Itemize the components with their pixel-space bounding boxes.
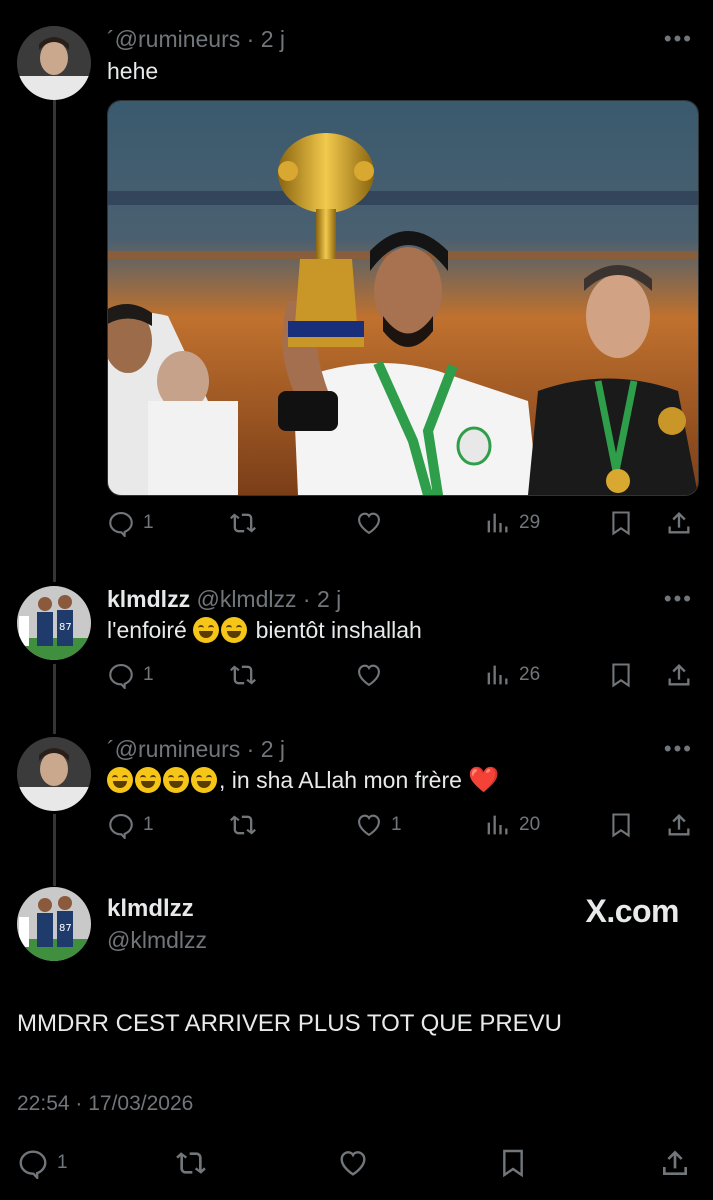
post-time[interactable]: · 2 j: [247, 736, 285, 762]
share-icon: [668, 814, 690, 836]
repost-icon: [176, 1152, 206, 1174]
post-image[interactable]: [107, 100, 699, 496]
post-timestamp[interactable]: 22:54 · 17/03/2026: [17, 1092, 193, 1116]
share-button[interactable]: [665, 508, 693, 538]
share-icon: [668, 512, 690, 534]
repost-button[interactable]: [229, 660, 257, 690]
reply-count: 1: [143, 512, 154, 533]
rofl-emoji-icon: [107, 767, 133, 793]
like-button[interactable]: 1: [355, 810, 402, 840]
thread-line: [53, 814, 56, 886]
views-icon: [487, 815, 508, 835]
reply-icon: [19, 1150, 47, 1179]
views-button[interactable]: 26: [483, 660, 540, 690]
reply-button[interactable]: 1: [17, 1148, 68, 1179]
views-button[interactable]: 20: [483, 810, 540, 840]
svg-text:87: 87: [59, 622, 72, 633]
post-text-start: l'enfoiré: [107, 617, 187, 643]
repost-icon: [230, 815, 256, 835]
post-header: klmdlzz @klmdlzz · 2 j: [107, 584, 696, 614]
user-handle[interactable]: @klmdlzz: [107, 927, 207, 954]
bookmark-icon: [503, 1149, 523, 1178]
reply-count: 1: [143, 664, 154, 685]
reply-icon: [109, 664, 133, 689]
avatar[interactable]: [17, 737, 91, 811]
reply-count: 1: [143, 814, 154, 835]
like-count: 1: [391, 814, 402, 835]
like-button[interactable]: [337, 1148, 369, 1178]
bookmark-icon: [612, 511, 630, 536]
bookmark-button[interactable]: [607, 660, 635, 690]
share-button[interactable]: [665, 810, 693, 840]
view-count: 26: [519, 664, 541, 685]
thread-line: [53, 664, 56, 734]
avatar[interactable]: [17, 26, 91, 100]
post-text: MMDRR CEST ARRIVER PLUS TOT QUE PREVU: [17, 1010, 563, 1037]
reply-icon: [109, 814, 133, 839]
user-handle[interactable]: ´@rumineurs: [107, 26, 240, 52]
post-time[interactable]: · 2 j: [247, 26, 285, 52]
post-text-end: , in sha ALlah mon frère: [219, 767, 462, 793]
post-text-end: bientôt inshallah: [255, 617, 422, 643]
display-name[interactable]: klmdlzz: [107, 895, 194, 923]
repost-button[interactable]: [175, 1148, 207, 1178]
like-button[interactable]: [355, 660, 383, 690]
reply-button[interactable]: 1: [107, 660, 154, 690]
user-handle[interactable]: ´@rumineurs: [107, 736, 240, 762]
user-handle[interactable]: @klmdlzz: [196, 586, 296, 612]
post-text: , in sha ALlah mon frère ❤️: [107, 765, 696, 795]
more-options-icon[interactable]: •••: [664, 736, 693, 762]
tears-of-joy-emoji-icon: [221, 617, 248, 643]
svg-text:87: 87: [59, 923, 72, 934]
views-icon: [487, 513, 508, 533]
heart-icon: [340, 1151, 366, 1176]
avatar[interactable]: 87: [17, 887, 91, 961]
like-button[interactable]: [355, 508, 383, 538]
rofl-emoji-icon: [163, 767, 189, 793]
share-button[interactable]: [659, 1148, 691, 1178]
heart-icon: [358, 814, 380, 837]
bookmark-button[interactable]: [607, 810, 635, 840]
thread-line: [53, 100, 56, 582]
repost-button[interactable]: [229, 508, 257, 538]
heart-icon: [358, 512, 380, 535]
views-button[interactable]: 29: [483, 508, 540, 538]
reply-count: 1: [57, 1152, 68, 1173]
more-options-icon[interactable]: •••: [664, 26, 693, 52]
red-heart-emoji-icon: ❤️: [468, 766, 500, 794]
post-header: ´@rumineurs · 2 j: [107, 24, 696, 54]
tears-of-joy-emoji-icon: [193, 617, 220, 643]
bookmark-icon: [612, 663, 630, 688]
views-icon: [487, 665, 508, 685]
reply-button[interactable]: 1: [107, 810, 154, 840]
rofl-emoji-icon: [135, 767, 161, 793]
more-options-icon[interactable]: •••: [664, 586, 693, 612]
post-text: hehe: [107, 58, 159, 84]
display-name[interactable]: klmdlzz: [107, 586, 190, 612]
repost-icon: [230, 513, 256, 533]
repost-button[interactable]: [229, 810, 257, 840]
bookmark-button[interactable]: [497, 1148, 529, 1178]
view-count: 20: [519, 814, 541, 835]
bookmark-button[interactable]: [607, 508, 635, 538]
bookmark-icon: [612, 813, 630, 838]
share-button[interactable]: [665, 660, 693, 690]
share-icon: [668, 664, 690, 686]
post-time[interactable]: · 2 j: [303, 586, 341, 612]
reply-button[interactable]: 1: [107, 508, 154, 538]
post-text: l'enfoiré bientôt inshallah: [107, 615, 696, 645]
view-count: 29: [519, 512, 541, 533]
x-com-watermark: X.com: [585, 893, 679, 929]
avatar[interactable]: 87: [17, 586, 91, 660]
repost-icon: [230, 665, 256, 685]
reply-icon: [109, 512, 133, 537]
share-icon: [663, 1150, 687, 1175]
rofl-emoji-icon: [191, 767, 217, 793]
post-header: ´@rumineurs · 2 j: [107, 734, 696, 764]
heart-icon: [358, 664, 380, 687]
